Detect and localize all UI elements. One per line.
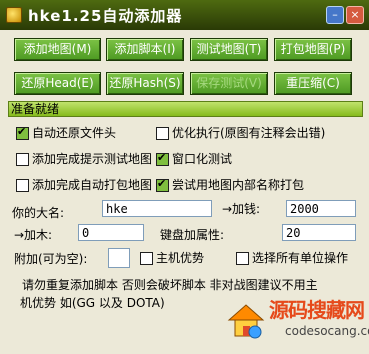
warning-line-2: 机优势 如(GG 以及 DOTA) xyxy=(20,296,165,310)
status-bar: 准备就绪 xyxy=(8,101,363,117)
restore-hash-button[interactable]: 还原Hash(S) xyxy=(106,72,184,95)
attach-label: 附加(可为空): xyxy=(14,252,88,266)
select-all-units-checkbox[interactable] xyxy=(236,252,249,265)
window-title: hke1.25自动添加器 xyxy=(28,6,183,25)
disabled-button: 保存测试(V) xyxy=(190,72,268,95)
watermark-logo: 源码搜藏网 codesocang.com xyxy=(225,294,369,350)
auto-restore-header-label: 自动还原文件头 xyxy=(32,126,117,140)
prompt-test-map-checkbox[interactable] xyxy=(16,153,29,166)
prompt-test-map-label: 添加完成提示测试地图 xyxy=(32,152,153,166)
windowed-test-checkbox[interactable] xyxy=(156,151,169,166)
select-all-units-label: 选择所有单位操作 xyxy=(252,251,349,265)
house-icon xyxy=(227,304,265,339)
wood-label: →加木: xyxy=(14,228,53,242)
app-icon xyxy=(6,7,22,23)
windowed-test-label: 窗口化测试 xyxy=(172,152,233,166)
auto-pack-checkbox[interactable] xyxy=(16,179,29,192)
gold-input[interactable]: 2000 xyxy=(286,200,356,217)
attach-input[interactable] xyxy=(108,248,130,268)
internal-name-pack-checkbox[interactable] xyxy=(156,177,169,192)
keyboard-attr-input[interactable]: 20 xyxy=(282,224,356,241)
restore-head-button[interactable]: 还原Head(E) xyxy=(14,72,101,95)
optimize-exec-label: 优化执行(原图有注释会出错) xyxy=(172,126,326,140)
host-advantage-label: 主机优势 xyxy=(156,251,205,265)
auto-restore-header-checkbox[interactable] xyxy=(16,125,29,140)
add-script-button[interactable]: 添加脚本(I) xyxy=(106,38,184,61)
warning-line-1: 请勿重复添加脚本 否则会破坏脚本 非对战图建议不用主 xyxy=(22,278,318,292)
recompress-button[interactable]: 重压缩(C) xyxy=(274,72,352,95)
test-map-button[interactable]: 测试地图(T) xyxy=(190,38,268,61)
auto-pack-label: 添加完成自动打包地图 xyxy=(32,178,153,192)
close-icon[interactable]: × xyxy=(346,6,364,24)
name-label: 你的大名: xyxy=(12,206,65,220)
pack-map-button[interactable]: 打包地图(P) xyxy=(274,38,352,61)
optimize-exec-checkbox[interactable] xyxy=(156,127,169,140)
title-bar: hke1.25自动添加器 xyxy=(0,0,369,30)
name-input[interactable]: hke xyxy=(102,200,212,217)
gold-label: →加钱: xyxy=(222,202,261,216)
keyboard-attr-label: 键盘加属性: xyxy=(160,228,225,242)
wood-input[interactable]: 0 xyxy=(78,224,144,241)
internal-name-pack-label: 尝试用地图内部名称打包 xyxy=(172,178,305,192)
watermark-text: 源码搜藏网 xyxy=(269,298,365,322)
watermark-url: codesocang.com xyxy=(285,324,369,338)
host-advantage-checkbox[interactable] xyxy=(140,252,153,265)
add-map-button[interactable]: 添加地图(M) xyxy=(14,38,101,61)
minimize-icon[interactable]: – xyxy=(326,6,344,24)
